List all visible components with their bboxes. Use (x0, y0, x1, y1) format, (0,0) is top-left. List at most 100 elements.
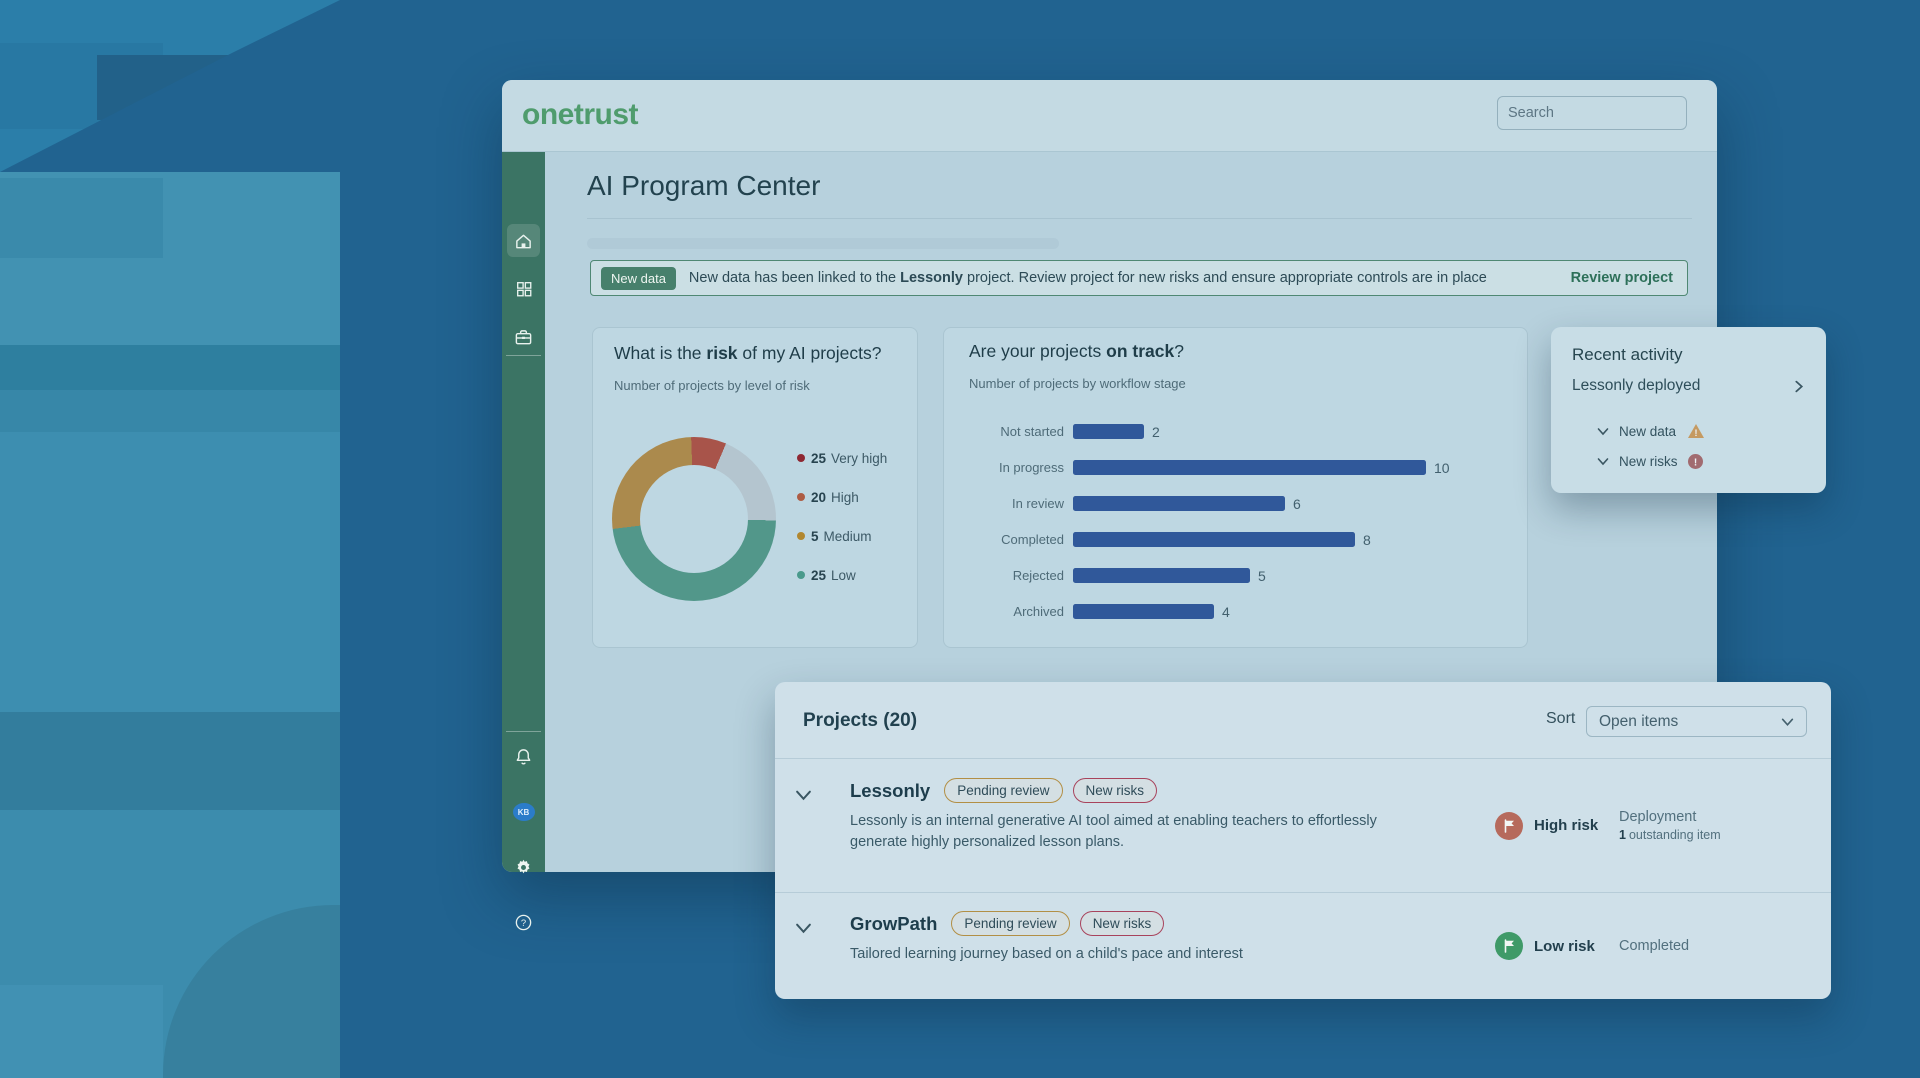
help-icon: ? (514, 913, 533, 932)
sidebar-item-notifications[interactable] (502, 739, 545, 773)
bar (1073, 460, 1426, 475)
legend-item: 25 Very high (797, 448, 887, 468)
avatar: KB (513, 803, 535, 821)
bg-rect (0, 712, 340, 810)
review-project-link[interactable]: Review project (1571, 270, 1673, 286)
sidebar: KB ? (502, 152, 545, 872)
svg-text:?: ? (521, 917, 526, 928)
recent-activity-title: Recent activity (1572, 345, 1683, 365)
project-row-lessonly[interactable]: Lessonly Pending review New risks Lesson… (775, 760, 1831, 891)
bar-row: Not started 2 (969, 424, 1509, 439)
recent-item-new-risks[interactable]: New risks ! (1597, 448, 1704, 474)
chevron-down-icon (1781, 715, 1794, 728)
risk-flag-icon (1495, 932, 1523, 960)
gear-icon (514, 858, 533, 877)
apps-grid-icon (515, 280, 533, 298)
legend-dot (797, 571, 805, 579)
bar-row: Rejected 5 (969, 568, 1509, 583)
chevron-down-icon[interactable] (1597, 425, 1609, 437)
bg-rect (0, 432, 340, 712)
bar-row: In progress 10 (969, 460, 1509, 475)
status-badge-pending-review: Pending review (944, 778, 1062, 803)
skeleton-bar (587, 238, 1059, 249)
bar (1073, 496, 1285, 511)
project-stage: Completed (1619, 938, 1805, 954)
risk-card-subtitle: Number of projects by level of risk (614, 378, 810, 393)
bar (1073, 424, 1144, 439)
sidebar-item-profile[interactable]: KB (502, 795, 545, 829)
bar (1073, 604, 1214, 619)
sidebar-divider (506, 731, 541, 732)
chevron-right-icon[interactable] (1792, 380, 1805, 393)
bar-chart: Not started 2 In progress 10 In review 6… (969, 424, 1509, 640)
project-row-growpath[interactable]: GrowPath Pending review New risks Tailor… (775, 892, 1831, 999)
recent-item-new-data[interactable]: New data ! (1597, 418, 1705, 444)
legend-item: 20 High (797, 487, 887, 507)
expand-row-button[interactable] (795, 786, 850, 808)
bar-row: Archived 4 (969, 604, 1509, 619)
recent-event-row[interactable]: Lessonly deployed (1572, 377, 1805, 395)
project-name: GrowPath (850, 913, 937, 935)
risk-level: Low risk (1534, 938, 1595, 955)
sidebar-item-projects[interactable] (502, 320, 545, 354)
risk-level: High risk (1534, 817, 1598, 834)
alert-circle-icon: ! (1687, 453, 1704, 470)
status-badge-new-risks: New risks (1080, 911, 1165, 936)
sidebar-item-settings[interactable] (502, 850, 545, 884)
sort-dropdown[interactable]: Open items (1586, 706, 1807, 737)
project-name: Lessonly (850, 780, 930, 802)
bar-row: In review 6 (969, 496, 1509, 511)
new-data-badge: New data (601, 267, 676, 290)
warning-triangle-icon: ! (1687, 423, 1705, 439)
projects-header: Projects (20) Open items (775, 682, 1831, 759)
track-card-title: Are your projects on track? (969, 341, 1184, 362)
page-title: AI Program Center (587, 170, 820, 202)
sidebar-divider (506, 355, 541, 356)
svg-text:!: ! (1694, 457, 1697, 468)
bg-rect (0, 390, 340, 432)
bg-rect (0, 178, 163, 258)
legend-item: 25 Low (797, 565, 887, 585)
notification-banner: New data New data has been linked to the… (590, 260, 1688, 296)
bar (1073, 532, 1355, 547)
track-card-subtitle: Number of projects by workflow stage (969, 376, 1186, 391)
project-description: Tailored learning journey based on a chi… (850, 944, 1380, 965)
project-description: Lessonly is an internal generative AI to… (850, 811, 1380, 853)
chevron-down-icon (795, 786, 812, 803)
briefcase-icon (514, 328, 533, 347)
risk-flag-icon (1495, 812, 1523, 840)
status-badge-new-risks: New risks (1073, 778, 1158, 803)
track-card: Are your projects on track? Number of pr… (943, 327, 1528, 648)
expand-row-button[interactable] (795, 919, 850, 941)
bar (1073, 568, 1250, 583)
projects-panel: Projects (20) Open items Lessonly Pendin… (775, 682, 1831, 999)
status-badge-pending-review: Pending review (951, 911, 1069, 936)
legend-dot (797, 493, 805, 501)
app-header: onetrust (502, 80, 1717, 152)
outstanding-items: 1outstanding item (1619, 828, 1805, 842)
legend-dot (797, 454, 805, 462)
legend-dot (797, 532, 805, 540)
donut-hole (640, 465, 748, 573)
projects-title: Projects (20) (803, 710, 917, 732)
recent-activity-panel: Recent activity Lessonly deployed New da… (1551, 327, 1826, 493)
bar-row: Completed 8 (969, 532, 1509, 547)
sidebar-item-home[interactable] (502, 224, 545, 258)
risk-card-title: What is the risk of my AI projects? (614, 343, 882, 364)
chevron-down-icon (795, 919, 812, 936)
onetrust-logo: onetrust (522, 98, 638, 132)
bg-rect (0, 985, 163, 1078)
search-input[interactable] (1508, 105, 1695, 121)
sidebar-item-apps[interactable] (502, 272, 545, 306)
bell-icon (514, 747, 533, 766)
chevron-down-icon[interactable] (1597, 455, 1609, 467)
donut-legend: 25 Very high 20 High 5 Medium 25 Low (797, 448, 887, 604)
sidebar-item-help[interactable]: ? (502, 905, 545, 939)
search-box[interactable] (1497, 96, 1687, 130)
svg-text:!: ! (1695, 428, 1698, 438)
legend-item: 5 Medium (797, 526, 887, 546)
banner-message: New data has been linked to the Lessonly… (689, 270, 1571, 286)
sort-label: Sort (1546, 710, 1575, 728)
home-icon (514, 232, 533, 251)
bg-rect (0, 345, 340, 390)
